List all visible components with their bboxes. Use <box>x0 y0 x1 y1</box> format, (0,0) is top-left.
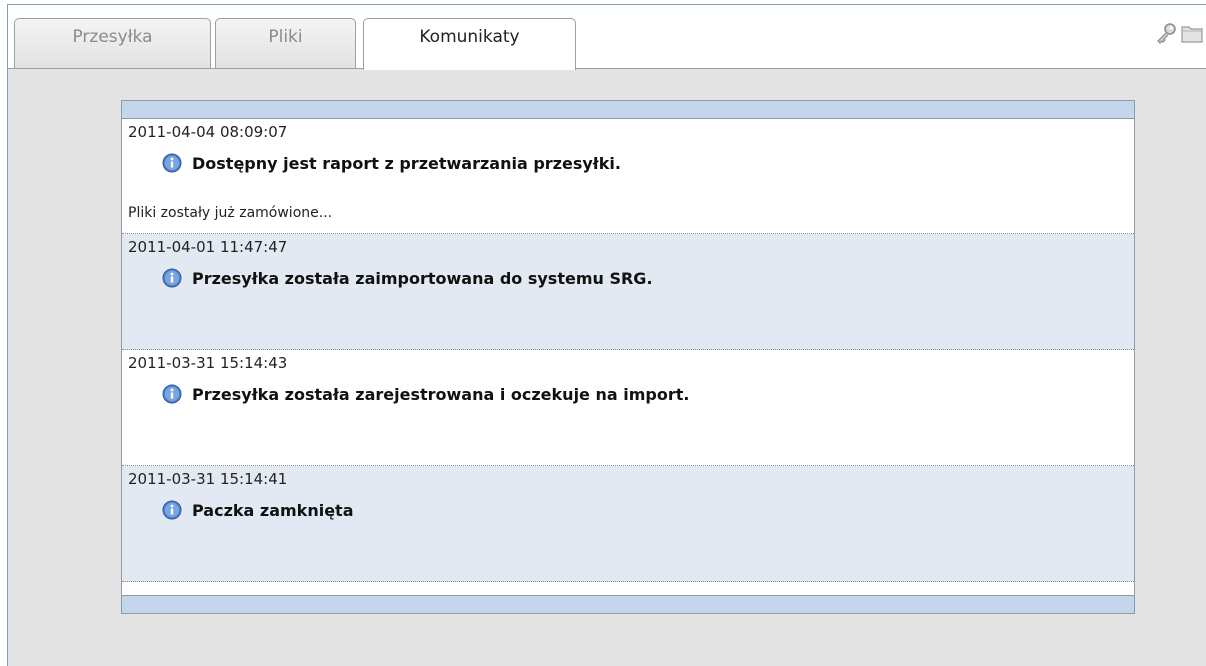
message-text-row: Przesyłka została zarejestrowana i oczek… <box>162 384 689 404</box>
list-item: 2011-04-01 11:47:47 Przesyłka została za… <box>122 234 1134 350</box>
tab-pliki[interactable]: Pliki <box>215 18 356 68</box>
messages-list: 2011-04-04 08:09:07 Dostępny jest raport… <box>121 100 1135 614</box>
tab-przesylka[interactable]: Przesyłka <box>14 18 211 68</box>
message-note: Pliki zostały już zamówione... <box>128 205 333 221</box>
tab-divider <box>8 68 1206 69</box>
message-text: Przesyłka została zarejestrowana i oczek… <box>192 384 690 404</box>
message-text-row: Paczka zamknięta <box>162 500 354 520</box>
list-item: 2011-03-31 15:14:41 Paczka zamknięta <box>122 466 1134 582</box>
tab-bar: Przesyłka Pliki Komunikaty <box>8 5 1206 70</box>
message-timestamp: 2011-03-31 15:14:41 <box>128 470 288 488</box>
messages-entries: 2011-04-04 08:09:07 Dostępny jest raport… <box>122 119 1134 596</box>
list-footer-bar <box>122 595 1134 613</box>
toolbar <box>1146 19 1206 47</box>
tab-komunikaty[interactable]: Komunikaty <box>363 18 576 70</box>
list-header-bar <box>122 101 1134 119</box>
info-icon <box>162 153 182 173</box>
message-text-row: Przesyłka została zaimportowana do syste… <box>162 268 653 288</box>
message-text: Dostępny jest raport z przetwarzania prz… <box>192 153 621 173</box>
message-text-row: Dostępny jest raport z przetwarzania prz… <box>162 153 621 173</box>
message-timestamp: 2011-04-04 08:09:07 <box>128 123 288 141</box>
list-item: 2011-03-31 15:14:43 Przesyłka została za… <box>122 350 1134 466</box>
message-text: Paczka zamknięta <box>192 500 354 520</box>
info-icon <box>162 500 182 520</box>
message-timestamp: 2011-03-31 15:14:43 <box>128 354 288 372</box>
window-frame: Przesyłka Pliki Komunikaty 2011-04-04 08… <box>7 4 1206 666</box>
message-text: Przesyłka została zaimportowana do syste… <box>192 268 653 288</box>
key-icon[interactable] <box>1154 21 1178 45</box>
tab-panel: 2011-04-04 08:09:07 Dostępny jest raport… <box>8 69 1206 666</box>
list-item: 2011-04-04 08:09:07 Dostępny jest raport… <box>122 119 1134 234</box>
info-icon <box>162 384 182 404</box>
info-icon <box>162 268 182 288</box>
message-timestamp: 2011-04-01 11:47:47 <box>128 238 288 256</box>
folder-icon[interactable] <box>1180 23 1204 45</box>
